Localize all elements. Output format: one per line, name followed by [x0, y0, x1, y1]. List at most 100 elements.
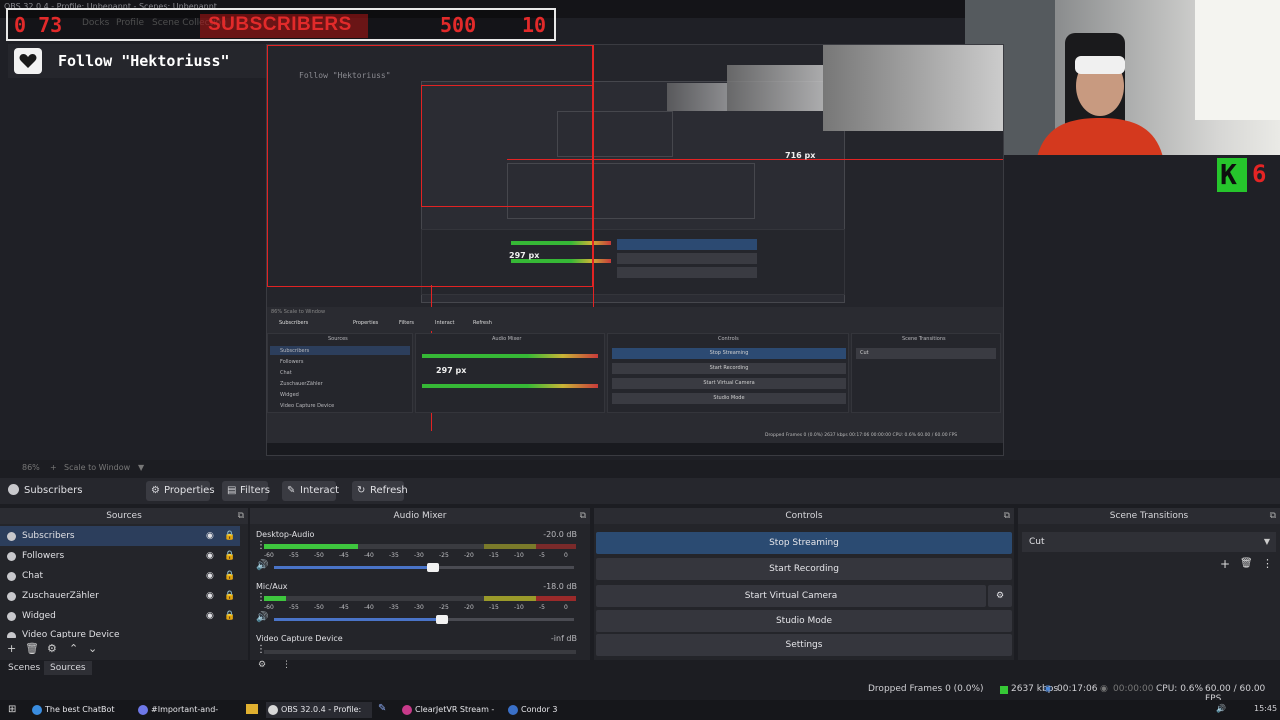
- controls-header: Controls ⧉: [594, 508, 1014, 524]
- volume-slider[interactable]: [274, 563, 574, 572]
- lock-icon[interactable]: 🔒: [224, 606, 235, 626]
- chevron-down-icon[interactable]: ▼: [138, 463, 144, 472]
- scale-to-window-label[interactable]: Scale to Window: [64, 463, 130, 472]
- source-item-followers[interactable]: Followers ◉ 🔒: [0, 546, 240, 566]
- add-transition-icon[interactable]: +: [1220, 557, 1230, 571]
- tick-label: -55: [289, 604, 299, 611]
- volume-slider[interactable]: [274, 615, 574, 624]
- start-virtual-camera-button[interactable]: Start Virtual Camera: [596, 585, 986, 607]
- level-meter: [264, 596, 576, 601]
- nested-transitions-dock: Scene Transitions Cut: [851, 333, 1001, 413]
- zoom-plus-icon[interactable]: +: [50, 463, 57, 472]
- lock-icon[interactable]: 🔒: [224, 546, 235, 566]
- zoom-level[interactable]: 86%: [22, 463, 40, 472]
- add-source-icon[interactable]: +: [7, 642, 16, 655]
- source-item-subscribers[interactable]: Subscribers ◉ 🔒: [0, 526, 240, 546]
- start-icon[interactable]: ⊞: [8, 704, 16, 715]
- settings-button[interactable]: Settings: [596, 634, 1012, 656]
- start-recording-button[interactable]: Start Recording: [596, 558, 1012, 580]
- task-chatbot[interactable]: The best ChatBot and...: [30, 702, 130, 718]
- subs-goal: 500: [440, 13, 477, 37]
- mixer-settings-icon[interactable]: ⚙: [258, 660, 266, 670]
- trash-icon[interactable]: 🗑: [25, 642, 39, 655]
- level-meter: [264, 544, 576, 549]
- record-time: 00:00:00: [1113, 684, 1154, 694]
- lock-icon[interactable]: 🔒: [224, 566, 235, 586]
- source-item-zuschauerzaehler[interactable]: ZuschauerZähler ◉ 🔒: [0, 586, 240, 606]
- stop-streaming-button[interactable]: Stop Streaming: [596, 532, 1012, 554]
- transition-select[interactable]: Cut ▼: [1022, 532, 1276, 552]
- task-discord[interactable]: #Important-and-rig...: [136, 702, 236, 718]
- nested-obs-capture: 716 px 297 px Follow "Hektoriuss" 86% Sc…: [266, 44, 1004, 456]
- clock: 15:45: [1254, 704, 1278, 713]
- dropped-frames: Dropped Frames 0 (0.0%): [868, 684, 984, 694]
- nested-sources-dock: Sources Subscribers Followers Chat Zusch…: [267, 333, 413, 413]
- subs-count: 0 73: [14, 13, 63, 37]
- gear-icon: ⚙: [995, 591, 1005, 601]
- undock-icon[interactable]: ⧉: [238, 508, 244, 524]
- studio-mode-button[interactable]: Studio Mode: [596, 610, 1012, 632]
- speaker-icon[interactable]: 🔊: [1216, 704, 1226, 713]
- undock-icon[interactable]: ⧉: [580, 508, 586, 524]
- task-condor[interactable]: Condor 3: [506, 702, 566, 718]
- eye-icon[interactable]: ◉: [206, 586, 214, 606]
- mixer-menu-icon[interactable]: ⋮: [282, 660, 291, 670]
- tick-label: -40: [364, 552, 374, 559]
- scene-transitions-header: Scene Transitions ⧉: [1018, 508, 1280, 524]
- tick-label: -5: [539, 604, 545, 611]
- task-obs[interactable]: OBS 32.0.4 - Profile: U...: [266, 702, 372, 718]
- channel-db: -inf dB: [550, 634, 577, 643]
- tick-label: -40: [364, 604, 374, 611]
- undock-icon[interactable]: ⧉: [1270, 508, 1276, 524]
- interact-icon: ✎: [287, 485, 296, 496]
- preview-canvas[interactable]: OBS 32.0.4 - Profile: Unbenannt - Scenes…: [0, 0, 1280, 460]
- tick-label: -55: [289, 552, 299, 559]
- scene-transitions-dock: Scene Transitions ⧉: [1018, 508, 1280, 660]
- tab-sources[interactable]: Sources: [44, 661, 92, 675]
- arrow-up-icon[interactable]: ⌃: [69, 642, 78, 655]
- source-item-widged[interactable]: Widged ◉ 🔒: [0, 606, 240, 626]
- interact-button[interactable]: ✎ Interact: [282, 481, 339, 501]
- tick-label: -50: [314, 604, 324, 611]
- tick-label: -25: [439, 552, 449, 559]
- lock-icon[interactable]: 🔒: [224, 586, 235, 606]
- eye-icon[interactable]: ◉: [206, 606, 214, 626]
- tick-label: -10: [514, 552, 524, 559]
- refresh-button[interactable]: ↻ Refresh: [352, 481, 408, 501]
- tick-label: -35: [389, 552, 399, 559]
- scene-toolbar: Subscribers ⚙ Properties ▤ Filters ✎ Int…: [0, 478, 1280, 504]
- source-item-chat[interactable]: Chat ◉ 🔒: [0, 566, 240, 586]
- gear-icon[interactable]: ⚙: [47, 642, 57, 655]
- tab-scenes[interactable]: Scenes: [2, 661, 46, 675]
- folder-icon[interactable]: [246, 704, 258, 714]
- arrow-down-icon[interactable]: ⌄: [88, 642, 97, 655]
- gear-icon: ⚙: [151, 485, 160, 496]
- trash-icon[interactable]: 🗑: [1240, 558, 1253, 569]
- speaker-icon[interactable]: 🔊: [256, 612, 268, 623]
- eye-icon[interactable]: ◉: [206, 546, 214, 566]
- refresh-icon: ↻: [357, 485, 366, 496]
- more-icon[interactable]: ⋮: [1262, 557, 1273, 570]
- undock-icon[interactable]: ⧉: [1004, 508, 1010, 524]
- mixer-channel-video-capture: Video Capture Device -inf dB ⋮: [250, 632, 583, 660]
- condor-icon: [508, 705, 518, 715]
- nested-webcam: [823, 45, 1003, 131]
- measure-height-nested: 297 px: [509, 251, 540, 260]
- speaker-icon[interactable]: 🔊: [256, 560, 268, 571]
- pen-icon[interactable]: ✎: [378, 703, 386, 714]
- browser-source-icon: [7, 592, 16, 601]
- tick-label: -15: [489, 604, 499, 611]
- virtual-camera-settings-button[interactable]: ⚙: [988, 585, 1012, 607]
- source-item-video-capture[interactable]: Video Capture Device: [0, 626, 240, 638]
- eye-icon[interactable]: ◉: [206, 566, 214, 586]
- obs-window: OBS 32.0.4 - Profile: Unbenannt - Scenes…: [0, 0, 1280, 720]
- properties-button[interactable]: ⚙ Properties: [146, 481, 215, 501]
- browser-source-icon: [7, 552, 16, 561]
- filters-button[interactable]: ▤ Filters: [222, 481, 270, 501]
- current-scene-name: Subscribers: [24, 485, 83, 496]
- lock-icon[interactable]: 🔒: [224, 526, 235, 546]
- task-clearjetvr[interactable]: ClearJetVR Stream - ...: [400, 702, 500, 718]
- k-badge-value: 6: [1252, 160, 1267, 188]
- eye-icon[interactable]: ◉: [206, 526, 214, 546]
- discord-icon: [138, 705, 148, 715]
